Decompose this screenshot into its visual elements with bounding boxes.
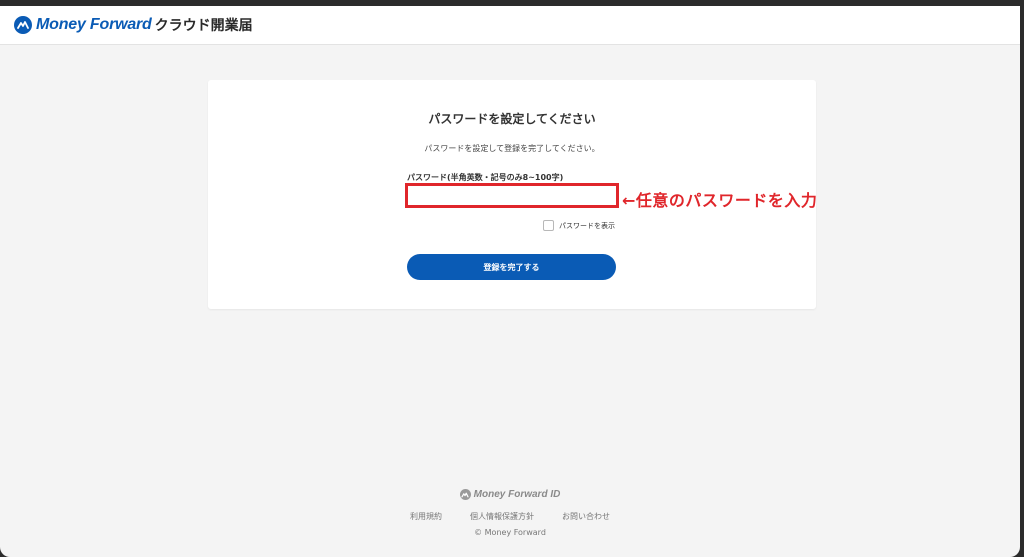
contact-link[interactable]: お問い合わせ [562,511,610,522]
logo-brand-text: Money Forward [36,16,152,33]
instruction-annotation: ←任意のパスワードを入力 [622,191,818,210]
footer-logo: Money Forward ID [0,489,1020,500]
money-forward-logo-icon [14,16,32,34]
footer-links: 利用規約 個人情報保護方針 お問い合わせ [0,511,1020,522]
show-password-checkbox[interactable] [543,220,554,231]
complete-registration-button[interactable]: 登録を完了する [407,254,616,280]
terms-link[interactable]: 利用規約 [410,511,442,522]
browser-frame: Money Forward クラウド開業届 パスワードを設定してください パスワ… [0,6,1020,557]
password-field-label: パスワード(半角英数・記号のみ8~100字) [407,173,564,182]
privacy-policy-link[interactable]: 個人情報保護方針 [470,511,534,522]
show-password-toggle[interactable]: パスワードを表示 [543,220,615,231]
password-input[interactable] [405,183,619,208]
app-logo[interactable]: Money Forward クラウド開業届 [14,15,253,35]
copyright: © Money Forward [474,528,546,537]
show-password-label: パスワードを表示 [559,221,615,230]
money-forward-id-logo-icon [459,489,471,500]
page-description: パスワードを設定して登録を完了してください。 [424,144,600,153]
page-title: パスワードを設定してください [428,112,596,126]
footer-brand-text: Money Forward ID [473,489,561,500]
logo-product-text: クラウド開業届 [154,18,253,34]
app-header: Money Forward クラウド開業届 [0,6,1020,45]
